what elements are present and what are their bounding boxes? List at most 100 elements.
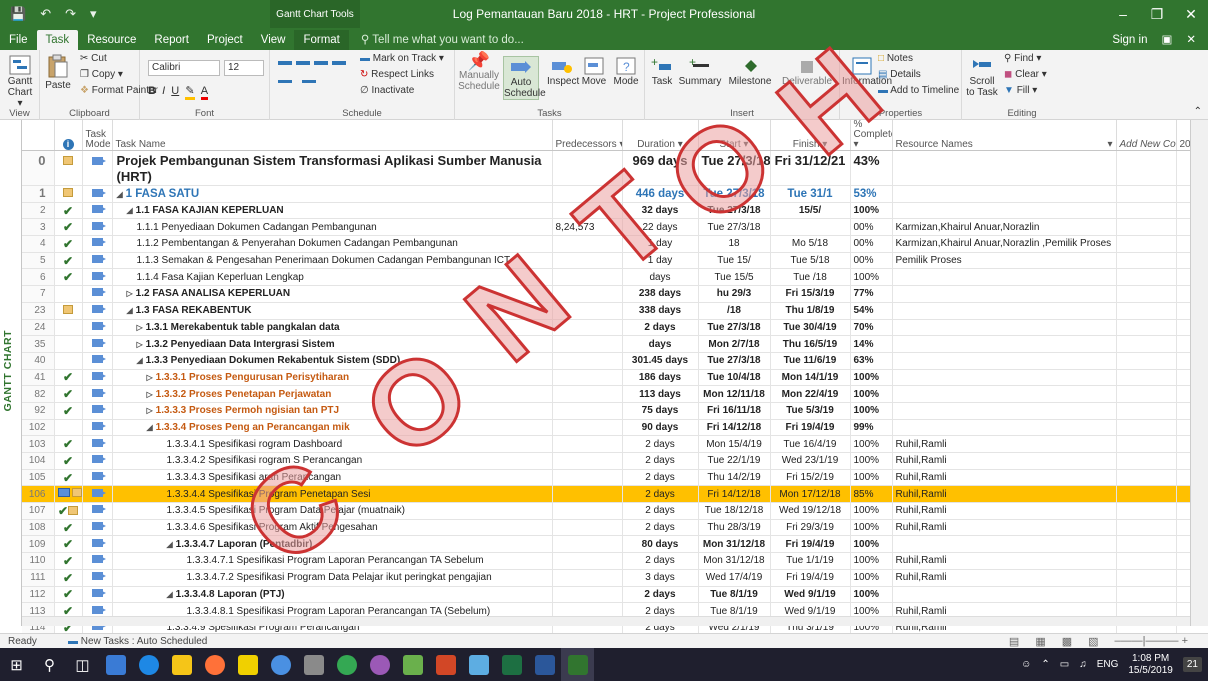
percent-complete-cell[interactable]: 53% — [850, 185, 893, 203]
predecessors-cell[interactable] — [552, 302, 623, 320]
tab-resource[interactable]: Resource — [78, 30, 145, 50]
finish-cell[interactable]: Thu 1/8/19 — [770, 302, 851, 320]
duration-cell[interactable]: 186 days — [622, 369, 699, 387]
resource-names-cell[interactable] — [892, 268, 1117, 287]
duration-cell[interactable]: 75 days — [622, 402, 699, 420]
row-id[interactable]: 5 — [22, 252, 55, 270]
predecessors-cell[interactable] — [552, 150, 623, 186]
table-row[interactable]: 1 ◢ 1 FASA SATU 446 days Tue 27/3/18 Tue 31/1… — [22, 185, 1208, 203]
row-id[interactable]: 40 — [22, 352, 55, 370]
column-start[interactable]: Start ▾ — [698, 120, 771, 151]
start-cell[interactable]: Tue 27/3/18 — [698, 185, 771, 203]
finish-cell[interactable]: Tue 16/4/19 — [770, 435, 851, 453]
duration-cell[interactable]: days — [622, 335, 699, 353]
start-cell[interactable]: Tue 15/5 — [698, 268, 771, 287]
finish-cell[interactable]: Tue 5/3/19 — [770, 402, 851, 420]
task-mode-cell[interactable] — [82, 569, 113, 587]
finish-cell[interactable]: Tue /18 — [770, 268, 851, 287]
row-id[interactable]: 102 — [22, 419, 55, 437]
finish-cell[interactable]: 15/5/ — [770, 202, 851, 220]
start-cell[interactable]: /18 — [698, 302, 771, 320]
predecessors-cell[interactable] — [552, 335, 623, 353]
vpn-icon[interactable] — [264, 648, 297, 681]
font-color-icon[interactable]: A — [200, 85, 209, 100]
row-id[interactable]: 110 — [22, 552, 55, 570]
finish-cell[interactable]: Tue 5/18 — [770, 252, 851, 270]
app-icon[interactable] — [363, 648, 396, 681]
start-icon[interactable]: ⊞ — [0, 648, 33, 681]
resource-names-cell[interactable]: Ruhil,Ramli — [892, 502, 1117, 520]
add-new-cell[interactable] — [1116, 385, 1177, 403]
task-name-cell[interactable]: 1.1.1 Penyediaan Dokumen Cadangan Pemban… — [112, 218, 553, 237]
duration-cell[interactable]: days — [622, 268, 699, 287]
bold-button[interactable]: B — [148, 85, 156, 97]
resource-names-cell[interactable]: Ruhil,Ramli — [892, 485, 1117, 504]
resource-names-cell[interactable]: Ruhil,Ramli — [892, 435, 1117, 453]
mark-on-track-button[interactable]: ▬ Mark on Track ▾ — [360, 53, 444, 64]
task-name-cell[interactable]: 1.3.3.4.5 Spesifikasi Program Data Pelaj… — [112, 502, 553, 520]
percent-complete-cell[interactable]: 00% — [850, 218, 893, 237]
percent-complete-cell[interactable]: 100% — [850, 369, 893, 387]
percent-complete-cell[interactable]: 00% — [850, 235, 893, 253]
start-cell[interactable]: Fri 14/12/18 — [698, 419, 771, 437]
task-name-cell[interactable]: Projek Pembangunan Sistem Transformasi A… — [112, 150, 553, 186]
task-mode-cell[interactable] — [82, 402, 113, 420]
table-row[interactable]: 103 ✔ 1.3.3.4.1 Spesifikasi rogram Dashboa… — [22, 435, 1208, 453]
add-new-cell[interactable] — [1116, 335, 1177, 353]
start-cell[interactable]: Tue 18/12/18 — [698, 502, 771, 520]
close-button[interactable]: ✕ — [1174, 0, 1208, 28]
duration-cell[interactable]: 22 days — [622, 218, 699, 237]
row-id[interactable]: 92 — [22, 402, 55, 420]
paste-button[interactable]: Paste — [44, 54, 72, 91]
add-new-cell[interactable] — [1116, 586, 1177, 604]
mode-button[interactable]: ? Mode — [611, 56, 641, 87]
duration-cell[interactable]: 2 days — [622, 319, 699, 337]
collapse-icon[interactable]: ◢ — [127, 206, 133, 215]
percent-complete-cell[interactable]: 100% — [850, 435, 893, 453]
predecessors-cell[interactable] — [552, 569, 623, 587]
resource-names-cell[interactable]: Ruhil,Ramli — [892, 569, 1117, 587]
task-mode-cell[interactable] — [82, 302, 113, 320]
ribbon-display-icon[interactable]: ▣ — [1161, 30, 1172, 50]
task-usage-icon[interactable]: ▦ — [1035, 635, 1045, 648]
task-mode-cell[interactable] — [82, 335, 113, 353]
finish-cell[interactable]: Fri 31/12/21 — [770, 150, 851, 186]
table-row[interactable]: 108 ✔ 1.3.3.4.6 Spesifikasi Program Aktif … — [22, 519, 1208, 537]
task-name-cell[interactable]: ▷ 1.3.1 Merekabentuk table pangkalan data — [112, 319, 553, 337]
tab-task[interactable]: Task — [36, 30, 79, 50]
duration-cell[interactable]: 338 days — [622, 302, 699, 320]
resource-names-cell[interactable] — [892, 419, 1117, 437]
finish-cell[interactable]: Mon 14/1/19 — [770, 369, 851, 387]
start-cell[interactable]: Mon 12/11/18 — [698, 385, 771, 403]
task-mode-cell[interactable] — [82, 469, 113, 487]
vertical-scrollbar[interactable] — [1190, 120, 1208, 626]
duration-cell[interactable]: 2 days — [622, 519, 699, 537]
percent-complete-cell[interactable]: 70% — [850, 319, 893, 337]
predecessors-cell[interactable] — [552, 319, 623, 337]
percent-complete-cell[interactable]: 63% — [850, 352, 893, 370]
predecessors-cell[interactable] — [552, 369, 623, 387]
task-name-cell[interactable]: ◢ 1.3.3.4 Proses Peng an Perancangan mik — [112, 419, 553, 437]
team-planner-icon[interactable]: ▩ — [1062, 635, 1072, 648]
table-row[interactable]: 4 ✔ 1.1.2 Pembentangan & Penyerahan Dokume… — [22, 235, 1208, 253]
task-name-cell[interactable]: 1.3.3.4.7.1 Spesifikasi Program Laporan … — [112, 552, 553, 570]
resource-names-cell[interactable]: Ruhil,Ramli — [892, 452, 1117, 470]
task-name-cell[interactable]: ◢ 1.3 FASA REKABENTUK — [112, 302, 553, 320]
task-mode-cell[interactable] — [82, 218, 113, 237]
expand-icon[interactable]: ▷ — [147, 373, 153, 382]
start-cell[interactable]: 18 — [698, 235, 771, 253]
row-id[interactable]: 41 — [22, 369, 55, 387]
add-new-cell[interactable] — [1116, 502, 1177, 520]
row-id[interactable]: 111 — [22, 569, 55, 587]
predecessors-cell[interactable] — [552, 502, 623, 520]
task-name-cell[interactable]: ▷ 1.3.3.1 Proses Pengurusan Perisytiharan — [112, 369, 553, 387]
table-row[interactable]: 24 ▷ 1.3.1 Merekabentuk table pangkalan da… — [22, 319, 1208, 337]
column-task-name[interactable]: Task Name — [112, 120, 553, 151]
customize-qat-icon[interactable]: ▾ — [90, 6, 97, 22]
duration-cell[interactable]: 1 day — [622, 235, 699, 253]
finish-cell[interactable] — [770, 218, 851, 237]
duration-cell[interactable]: 2 days — [622, 435, 699, 453]
expand-icon[interactable]: ▷ — [127, 289, 133, 298]
row-id[interactable]: 82 — [22, 385, 55, 403]
table-row[interactable]: 102 ◢ 1.3.3.4 Proses Peng an Perancangan m… — [22, 419, 1208, 437]
